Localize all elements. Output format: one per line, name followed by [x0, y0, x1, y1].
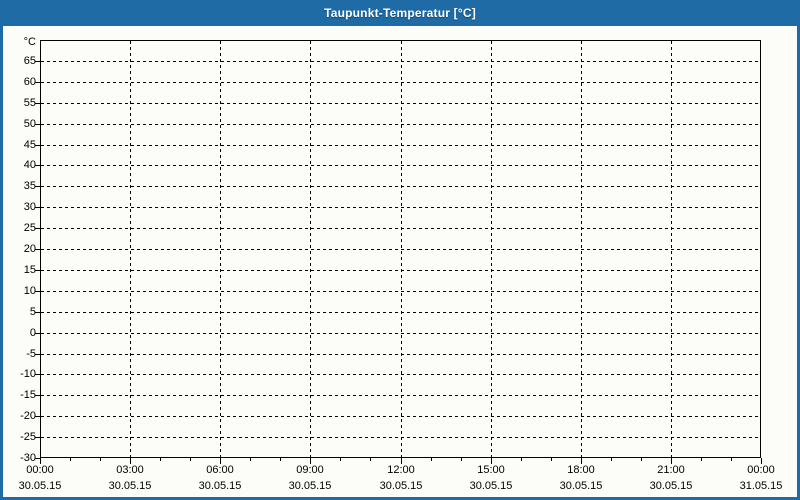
- x-date-label: 30.05.15: [649, 480, 693, 492]
- x-date-label: 30.05.15: [379, 480, 423, 492]
- y-tick-label: 0: [29, 327, 36, 339]
- y-tick-label: 5: [29, 306, 36, 318]
- x-date-label: 30.05.15: [108, 480, 152, 492]
- y-tick-label: 20: [23, 243, 36, 255]
- x-tick-label: 18:00: [567, 464, 595, 476]
- y-tick-label: 30: [23, 201, 36, 213]
- y-tick-label: 10: [23, 285, 36, 297]
- x-tick-label: 06:00: [206, 464, 234, 476]
- y-tick-label: 55: [23, 97, 36, 109]
- x-date-label: 31.05.15: [739, 480, 783, 492]
- y-tick-label: 25: [23, 222, 36, 234]
- y-tick-label: 65: [23, 55, 36, 67]
- y-tick-label: 15: [23, 264, 36, 276]
- x-date-label: 30.05.15: [288, 480, 332, 492]
- x-date-label: 30.05.15: [18, 480, 62, 492]
- x-date-label: 30.05.15: [198, 480, 242, 492]
- y-tick-label: -15: [20, 389, 36, 401]
- y-tick-label: 45: [23, 139, 36, 151]
- y-tick-label: -5: [26, 348, 36, 360]
- x-tick-label: 00:00: [747, 464, 775, 476]
- y-tick-label: -20: [20, 410, 36, 422]
- chart-window: Taupunkt-Temperatur [°C] 65 60 55 50 45 40 35 3…: [0, 0, 800, 500]
- x-tick-label: 21:00: [657, 464, 685, 476]
- y-tick-label: 40: [23, 159, 36, 171]
- x-tick-label: 15:00: [477, 464, 505, 476]
- y-axis-unit-label: °C: [23, 36, 36, 48]
- y-tick-label: 60: [23, 76, 36, 88]
- x-tick-label: 09:00: [296, 464, 324, 476]
- x-date-label: 30.05.15: [469, 480, 513, 492]
- y-tick-label: -25: [20, 431, 36, 443]
- x-tick-label: 03:00: [116, 464, 144, 476]
- y-tick-label: 35: [23, 180, 36, 192]
- y-tick-label: -30: [20, 452, 36, 464]
- x-tick-label: 00:00: [26, 464, 54, 476]
- chart-grid: [35, 40, 762, 464]
- y-tick-label: 50: [23, 118, 36, 130]
- x-tick-label: 12:00: [387, 464, 415, 476]
- plot-border: [40, 40, 761, 458]
- x-date-label: 30.05.15: [559, 480, 603, 492]
- y-tick-label: -10: [20, 368, 36, 380]
